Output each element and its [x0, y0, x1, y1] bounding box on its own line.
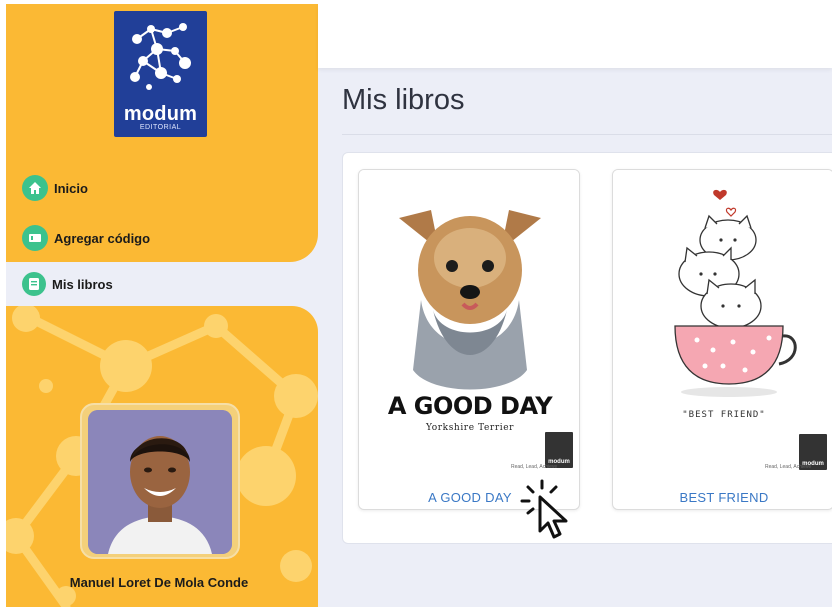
- user-avatar-frame: [80, 403, 240, 559]
- home-icon: [22, 175, 48, 201]
- yorkshire-terrier-illustration: [399, 210, 541, 390]
- sidebar-item-mis-libros[interactable]: Mis libros: [22, 272, 113, 296]
- book-card-best-friend[interactable]: "BEST FRIEND" modum Read, Lead, Achieve …: [612, 169, 832, 510]
- card-icon: [22, 225, 48, 251]
- brand-subtitle: EDITORIAL: [139, 124, 182, 131]
- top-bar: [318, 4, 832, 68]
- cover-tagline: Read, Lead, Achieve: [765, 464, 812, 470]
- cover-title: A GOOD DAY: [387, 392, 553, 420]
- sidebar-item-label: Inicio: [54, 180, 88, 196]
- network-logo-icon: [130, 23, 191, 90]
- cover-tagline: Read, Lead, Achieve: [511, 464, 558, 470]
- book-title-link[interactable]: BEST FRIEND: [613, 490, 832, 505]
- sidebar-item-label: Agregar código: [54, 230, 151, 246]
- sidebar-item-agregar-codigo[interactable]: Agregar código: [22, 225, 150, 251]
- sidebar-item-label: Mis libros: [52, 276, 113, 292]
- book-cover[interactable]: A GOOD DAY Yorkshire Terrier modum Read,…: [359, 170, 579, 476]
- page-title: Mis libros: [342, 84, 465, 116]
- title-divider: [342, 134, 832, 135]
- hand-pointer-cursor-icon: [520, 479, 568, 539]
- cats-in-cup-illustration: [674, 189, 797, 397]
- sidebar-item-inicio[interactable]: Inicio: [22, 175, 88, 201]
- brand-logo[interactable]: modum EDITORIAL: [114, 11, 207, 137]
- cover-title: "BEST FRIEND": [682, 410, 766, 420]
- publisher-logo: modum: [545, 432, 573, 468]
- book-cover[interactable]: "BEST FRIEND" modum Read, Lead, Achieve: [613, 170, 832, 476]
- app-window: modum EDITORIAL Inicio Agregar código Mi…: [6, 4, 832, 607]
- avatar[interactable]: [88, 410, 232, 554]
- brand-name: modum: [123, 103, 198, 125]
- user-name: Manuel Loret De Mola Conde: [69, 575, 249, 590]
- book-card-a-good-day[interactable]: A GOOD DAY Yorkshire Terrier modum Read,…: [358, 169, 580, 510]
- sidebar: modum EDITORIAL Inicio Agregar código Mi…: [6, 4, 318, 607]
- book-icon: [22, 272, 46, 296]
